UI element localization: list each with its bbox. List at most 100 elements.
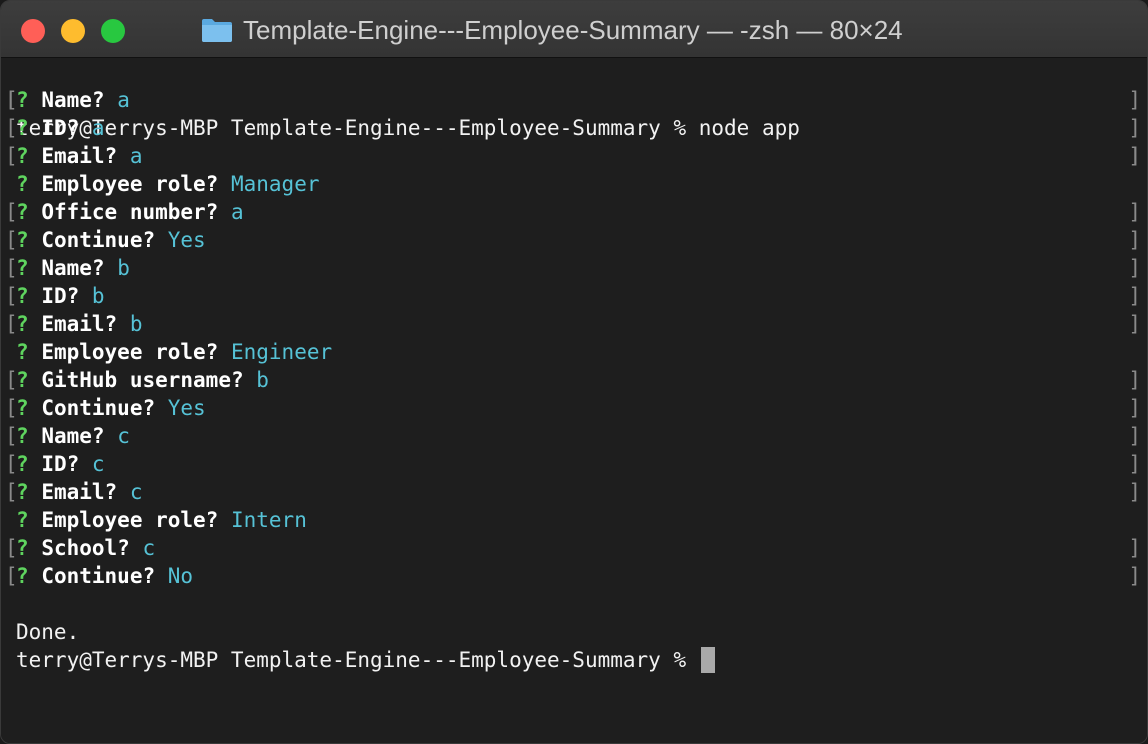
answer-value: c xyxy=(142,536,156,560)
question-label: Name? xyxy=(41,424,105,448)
question-label: Continue? xyxy=(41,396,156,420)
answer-value: Intern xyxy=(230,508,307,532)
question-label: Email? xyxy=(41,144,118,168)
window-title: Template-Engine---Employee-Summary — -zs… xyxy=(201,14,903,46)
prompt-answer-line: [? Continue? Yes] xyxy=(1,394,1147,422)
prompt-answer-line: [? School? c] xyxy=(1,534,1147,562)
answer-value: b xyxy=(91,284,105,308)
answer-value: c xyxy=(117,424,130,448)
question-label: Office number? xyxy=(41,200,219,224)
answer-value: b xyxy=(256,368,269,392)
answer-value: Manager xyxy=(230,172,320,196)
prompt-answer-content: ? Employee role? Intern xyxy=(16,506,307,534)
prompt-answer-content: ? Continue? No xyxy=(16,562,193,590)
question-label: Employee role? xyxy=(41,172,219,196)
answer-value: a xyxy=(91,116,105,140)
question-label: Email? xyxy=(41,480,118,504)
answer-value: b xyxy=(129,312,143,336)
folder-icon xyxy=(201,17,233,43)
question-label: Email? xyxy=(41,312,118,336)
answer-value: Engineer xyxy=(230,340,333,364)
question-label: Continue? xyxy=(41,228,156,252)
prompt-answer-content: ? Employee role? Manager xyxy=(16,170,320,198)
question-mark: ? xyxy=(16,340,29,364)
question-mark: ? xyxy=(16,536,29,560)
prompt-answer-content: ? Name? a xyxy=(16,86,130,114)
prompt-answer-content: ? ID? c xyxy=(16,450,105,478)
zoom-button[interactable] xyxy=(101,19,125,43)
line-bracket-right: ] xyxy=(1128,480,1141,504)
prompt-answer-line: [? ID? b] xyxy=(1,282,1147,310)
prompt-answer-content: ? Office number? a xyxy=(16,198,244,226)
question-mark: ? xyxy=(16,368,29,392)
prompt-answer-line: ? Employee role? Manager xyxy=(1,170,1147,198)
prompt-answer-line: [? Email? a] xyxy=(1,142,1147,170)
answer-value: c xyxy=(129,480,143,504)
answer-value: c xyxy=(91,452,105,476)
line-bracket-right: ] xyxy=(1128,564,1141,588)
prompt-answer-content: ? Name? b xyxy=(16,254,130,282)
question-label: ID? xyxy=(41,116,80,140)
prompt-answer-content: ? Continue? Yes xyxy=(16,226,206,254)
line-bracket-right: ] xyxy=(1128,144,1141,168)
question-label: Employee role? xyxy=(41,340,219,364)
prompt-answer-line: ? Employee role? Engineer xyxy=(1,338,1147,366)
line-bracket-right: ] xyxy=(1128,424,1141,448)
prompt-answer-line: ? Employee role? Intern xyxy=(1,506,1147,534)
prompt-answer-line: [? Continue? No] xyxy=(1,562,1147,590)
prompt-answer-content: ? Email? c xyxy=(16,478,142,506)
prompt-answer-content: ? GitHub username? b xyxy=(16,366,269,394)
prompt-answer-line: [? Email? c] xyxy=(1,478,1147,506)
line-bracket-right: ] xyxy=(1128,312,1141,336)
done-line: Done. xyxy=(1,590,1147,644)
prompt-answer-line: [? Name? c] xyxy=(1,422,1147,450)
prompt-answer-line: [? ID? c] xyxy=(1,450,1147,478)
prompt-answer-content: ? ID? a xyxy=(16,114,105,142)
answer-value: Yes xyxy=(167,228,206,252)
title-bar[interactable]: Template-Engine---Employee-Summary — -zs… xyxy=(1,1,1147,58)
question-mark: ? xyxy=(16,172,29,196)
question-mark: ? xyxy=(16,116,29,140)
line-bracket-right: ] xyxy=(1128,452,1141,476)
question-mark: ? xyxy=(16,424,29,448)
answer-value: a xyxy=(129,144,143,168)
prompt-wrap: terry@Terrys-MBP Template-Engine---Emplo… xyxy=(16,646,715,674)
question-mark: ? xyxy=(16,480,29,504)
prompt-answer-content: ? ID? b xyxy=(16,282,105,310)
question-mark: ? xyxy=(16,452,29,476)
question-label: Name? xyxy=(41,88,105,112)
line-bracket-right: ] xyxy=(1128,228,1141,252)
prompt-text: terry@Terrys-MBP Template-Engine---Emplo… xyxy=(16,648,699,672)
prompt-answer-line: [? Name? a] xyxy=(1,86,1147,114)
line-bracket-right: ] xyxy=(1128,200,1141,224)
prompt-answer-line: [? Continue? Yes] xyxy=(1,226,1147,254)
terminal-output[interactable]: [ terry@Terrys-MBP Template-Engine---Emp… xyxy=(1,58,1147,743)
answer-value: b xyxy=(117,256,130,280)
answer-value: a xyxy=(230,200,244,224)
question-mark: ? xyxy=(16,256,29,280)
question-mark: ? xyxy=(16,508,29,532)
prompt-answer-content: ? Continue? Yes xyxy=(16,394,206,422)
line-bracket-right: ] xyxy=(1128,536,1141,560)
prompt-line[interactable]: terry@Terrys-MBP Template-Engine---Emplo… xyxy=(1,618,1147,673)
prompt-answer-content: ? Name? c xyxy=(16,422,130,450)
text-cursor xyxy=(700,647,715,673)
line-bracket-right: ] xyxy=(1128,284,1141,308)
prompt-answer-line: [? GitHub username? b] xyxy=(1,366,1147,394)
question-mark: ? xyxy=(16,564,29,588)
prompt-answer-content: ? Email? b xyxy=(16,310,142,338)
prompt-answer-line: [? Name? b] xyxy=(1,254,1147,282)
minimize-button[interactable] xyxy=(61,19,85,43)
question-mark: ? xyxy=(16,396,29,420)
prompt-answer-line: [? ID? a] xyxy=(1,114,1147,142)
line-bracket-right: ] xyxy=(1128,88,1141,112)
answer-value: Yes xyxy=(167,396,206,420)
line-bracket-right: ] xyxy=(1128,256,1141,280)
question-label: Employee role? xyxy=(41,508,219,532)
question-label: Name? xyxy=(41,256,105,280)
close-button[interactable] xyxy=(21,19,45,43)
question-mark: ? xyxy=(16,228,29,252)
line-bracket-right: ] xyxy=(1128,368,1141,392)
question-label: ID? xyxy=(41,452,80,476)
question-mark: ? xyxy=(16,284,29,308)
